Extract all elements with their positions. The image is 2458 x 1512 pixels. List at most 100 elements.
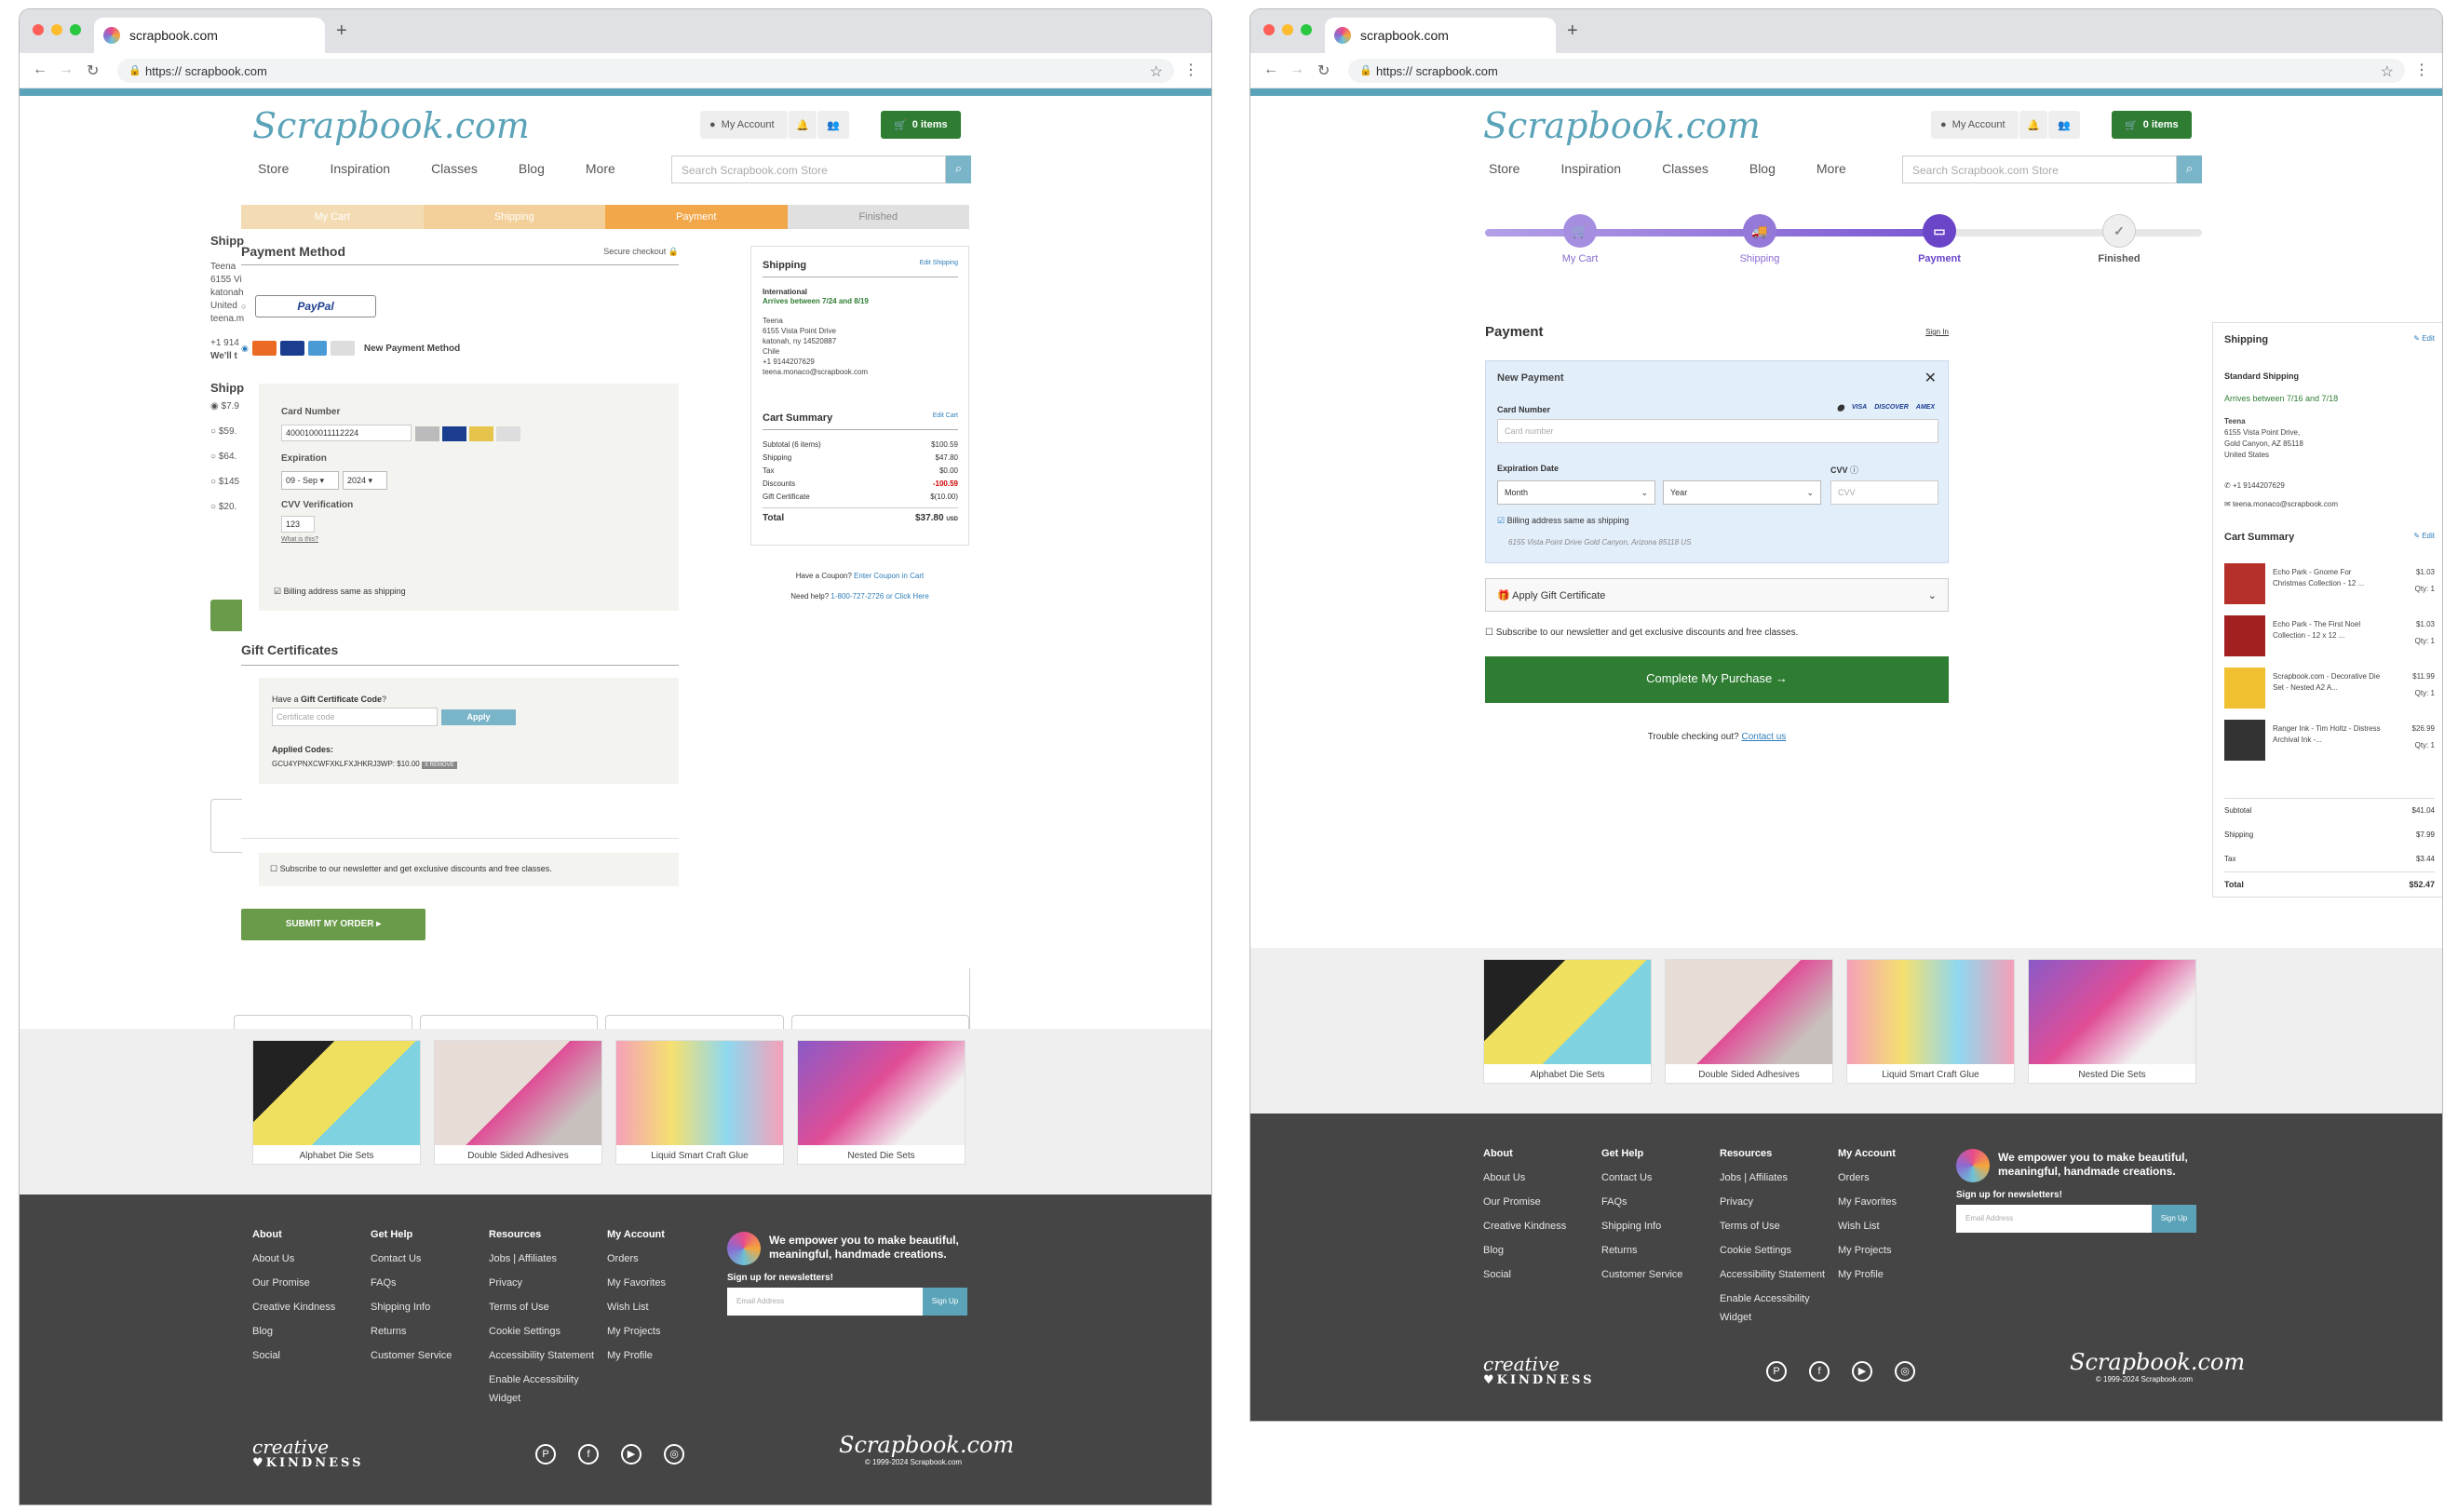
footer-link[interactable]: Terms of Use	[489, 1295, 594, 1319]
remove-code-button[interactable]: X REMOVE	[421, 762, 457, 769]
footer-link[interactable]: Creative Kindness	[252, 1295, 335, 1319]
footer-link[interactable]: About Us	[1483, 1166, 1566, 1190]
footer-link[interactable]: Wish List	[607, 1295, 666, 1319]
footer-link[interactable]: Cookie Settings	[1720, 1238, 1825, 1262]
community-icon[interactable]: 👥	[2048, 111, 2080, 139]
site-logo[interactable]: Scrapbook.com	[1483, 105, 1761, 146]
footer-link[interactable]: Contact Us	[1601, 1166, 1682, 1190]
footer-link[interactable]: Jobs | Affiliates	[1720, 1166, 1825, 1190]
underlay-rate[interactable]: ◉ $7.9	[210, 400, 244, 413]
footer-link[interactable]: Accessibility Statement	[1720, 1262, 1825, 1287]
browser-tab[interactable]: scrapbook.com	[94, 18, 325, 53]
my-account-button[interactable]: ● My Account	[1931, 111, 2019, 139]
promo-alphabet-die-sets[interactable]: Alphabet Die Sets	[1483, 959, 1652, 1084]
info-icon[interactable]: ⓘ	[1850, 466, 1858, 475]
url-field[interactable]: 🔒 https:// scrapbook.com ☆	[117, 59, 1174, 83]
reload-icon[interactable]: ↻	[1317, 61, 1330, 80]
footer-link[interactable]: Widget	[1720, 1311, 1825, 1324]
edit-cart-link[interactable]: Edit Cart	[933, 412, 958, 424]
footer-link[interactable]: Customer Service	[1601, 1262, 1682, 1287]
bookmark-icon[interactable]: ☆	[1150, 62, 1163, 81]
forward-icon[interactable]: →	[59, 61, 74, 78]
paypal-button[interactable]: PayPal	[255, 295, 376, 317]
footer-link[interactable]: Widget	[489, 1392, 594, 1405]
footer-link[interactable]: Returns	[1601, 1238, 1682, 1262]
nav-blog[interactable]: Blog	[1749, 161, 1776, 176]
cart-item[interactable]: Echo Park - Gnome For Christmas Collecti…	[2224, 563, 2435, 615]
footer-link[interactable]: Shipping Info	[371, 1295, 452, 1319]
footer-link[interactable]: Our Promise	[252, 1271, 335, 1295]
footer-link[interactable]: FAQs	[1601, 1190, 1682, 1214]
newsletter-signup-button[interactable]: Sign Up	[2152, 1205, 2196, 1233]
gift-certificate-accordion[interactable]: 🎁 Apply Gift Certificate ⌄	[1485, 578, 1949, 612]
forward-icon[interactable]: →	[1290, 61, 1304, 78]
coupon-link[interactable]: Enter Coupon in Cart	[854, 572, 924, 580]
footer-link[interactable]: Shipping Info	[1601, 1214, 1682, 1238]
whats-this-link[interactable]: What is this?	[281, 536, 318, 543]
newsletter-signup-button[interactable]: Sign Up	[923, 1288, 967, 1316]
footer-link[interactable]: Contact Us	[371, 1247, 452, 1271]
nav-more[interactable]: More	[586, 161, 615, 176]
billing-same-checkbox[interactable]: ☑ Billing address same as shipping	[1497, 516, 1629, 526]
site-logo[interactable]: Scrapbook.com	[252, 105, 530, 146]
gift-code-input[interactable]: Certificate code	[272, 708, 438, 726]
footer-link[interactable]: FAQs	[371, 1271, 452, 1295]
nav-classes[interactable]: Classes	[1662, 161, 1708, 176]
new-payment-option[interactable]: ◉ New Payment Method	[241, 341, 460, 356]
billing-same-checkbox[interactable]: ☑ Billing address same as shipping	[274, 587, 406, 597]
newsletter-email-input[interactable]: Email Address	[727, 1288, 923, 1316]
nav-inspiration[interactable]: Inspiration	[1560, 161, 1621, 176]
nav-inspiration[interactable]: Inspiration	[330, 161, 390, 176]
exp-year-select[interactable]: 2024 ▾	[343, 471, 387, 490]
footer-link[interactable]: Terms of Use	[1720, 1214, 1825, 1238]
footer-link[interactable]: Social	[252, 1343, 335, 1368]
edit-shipping-link[interactable]: ✎ Edit	[2413, 334, 2435, 345]
facebook-icon[interactable]: f	[1809, 1361, 1830, 1382]
promo-liquid-smart-craft-glue[interactable]: Liquid Smart Craft Glue	[615, 1040, 784, 1165]
search-input[interactable]: Search Scrapbook.com Store	[1902, 155, 2177, 183]
new-payment-radio[interactable]: ◉	[241, 344, 249, 354]
footer-link[interactable]: My Profile	[607, 1343, 666, 1368]
footer-link[interactable]: Our Promise	[1483, 1190, 1566, 1214]
contact-us-link[interactable]: Contact us	[1742, 732, 1787, 742]
complete-purchase-button[interactable]: Complete My Purchase →	[1485, 656, 1949, 703]
card-number-input[interactable]: 4000100011112224	[281, 425, 412, 441]
bookmark-icon[interactable]: ☆	[2381, 62, 2394, 81]
footer-link[interactable]: Enable Accessibility	[489, 1368, 594, 1392]
promo-nested-die-sets[interactable]: Nested Die Sets	[2028, 959, 2196, 1084]
nav-blog[interactable]: Blog	[519, 161, 545, 176]
sign-in-link[interactable]: Sign In	[1925, 324, 1949, 340]
underlay-rate[interactable]: ○ $64.	[210, 451, 244, 464]
promo-double-sided-adhesives[interactable]: Double Sided Adhesives	[434, 1040, 602, 1165]
footer-link[interactable]: Cookie Settings	[489, 1319, 594, 1343]
new-tab-icon[interactable]: +	[336, 20, 347, 42]
promo-nested-die-sets[interactable]: Nested Die Sets	[797, 1040, 966, 1165]
footer-link[interactable]: My Favorites	[1838, 1190, 1897, 1214]
cart-item[interactable]: Ranger Ink - Tim Holtz - Distress Archiv…	[2224, 720, 2435, 772]
search-input[interactable]: Search Scrapbook.com Store	[671, 155, 946, 183]
underlay-rate[interactable]: ○ $20.	[210, 501, 244, 514]
paypal-radio[interactable]: ○	[241, 302, 246, 311]
promo-liquid-smart-craft-glue[interactable]: Liquid Smart Craft Glue	[1846, 959, 2015, 1084]
year-select[interactable]: Year ⌄	[1663, 480, 1821, 505]
instagram-icon[interactable]: ◎	[1895, 1361, 1915, 1382]
youtube-icon[interactable]: ▶	[621, 1444, 642, 1465]
instagram-icon[interactable]: ◎	[664, 1444, 684, 1465]
promo-alphabet-die-sets[interactable]: Alphabet Die Sets	[252, 1040, 421, 1165]
window-controls[interactable]	[1263, 24, 1312, 35]
newsletter-email-input[interactable]: Email Address	[1956, 1205, 2152, 1233]
pinterest-icon[interactable]: P	[535, 1444, 556, 1465]
underlay-button[interactable]	[210, 600, 242, 631]
edit-cart-link[interactable]: ✎ Edit	[2413, 532, 2435, 543]
menu-icon[interactable]: ⋮	[1183, 61, 1198, 79]
subscribe-checkbox[interactable]: ☐ Subscribe to our newsletter and get ex…	[270, 864, 552, 874]
footer-link[interactable]: My Profile	[1838, 1262, 1897, 1287]
apply-button[interactable]: Apply	[441, 709, 516, 725]
browser-tab[interactable]: scrapbook.com	[1325, 18, 1556, 53]
footer-link[interactable]: Wish List	[1838, 1214, 1897, 1238]
card-number-input[interactable]: Card number	[1497, 419, 1938, 443]
footer-link[interactable]: Privacy	[489, 1271, 594, 1295]
footer-link[interactable]: Accessibility Statement	[489, 1343, 594, 1368]
footer-link[interactable]: Blog	[1483, 1238, 1566, 1262]
cvv-input[interactable]: CVV	[1830, 480, 1938, 505]
